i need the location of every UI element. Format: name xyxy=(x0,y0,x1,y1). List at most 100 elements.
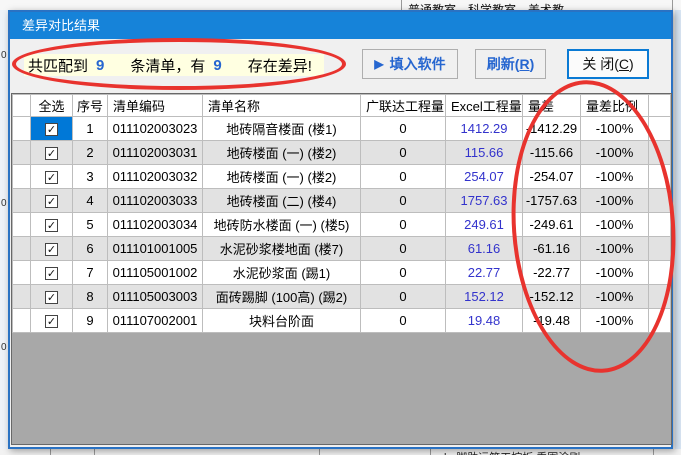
row-diff-ratio: -100% xyxy=(581,261,649,285)
row-glodon-qty: 0 xyxy=(361,237,446,261)
play-triangle-icon: ▶ xyxy=(374,57,383,71)
row-checkbox[interactable]: ✓ xyxy=(45,219,58,232)
row-checkbox[interactable]: ✓ xyxy=(45,123,58,136)
header-excel-qty: Excel工程量 xyxy=(446,95,523,117)
row-code: 011107002001 xyxy=(108,309,203,333)
row-diff: -1412.29 xyxy=(523,117,581,141)
row-index: 7 xyxy=(73,261,108,285)
row-excel-qty: 19.48 xyxy=(446,309,523,333)
row-diff-ratio: -100% xyxy=(581,165,649,189)
row-checkbox[interactable]: ✓ xyxy=(45,195,58,208)
dialog-title: 差异对比结果 xyxy=(22,18,100,33)
header-select-all[interactable]: 全选 xyxy=(31,95,73,117)
row-checkbox[interactable]: ✓ xyxy=(45,267,58,280)
row-checkbox[interactable]: ✓ xyxy=(45,315,58,328)
row-index: 5 xyxy=(73,213,108,237)
row-excel-qty: 249.61 xyxy=(446,213,523,237)
row-checkbox[interactable]: ✓ xyxy=(45,291,58,304)
row-glodon-qty: 0 xyxy=(361,309,446,333)
header-row: 全选 序号 清单编码 清单名称 广联达工程量 Excel工程量 量差 量差比例 xyxy=(13,95,671,117)
row-name: 地砖楼面 (二) (楼4) xyxy=(203,189,361,213)
row-diff: -249.61 xyxy=(523,213,581,237)
row-glodon-qty: 0 xyxy=(361,213,446,237)
row-index: 2 xyxy=(73,141,108,165)
row-indicator xyxy=(13,285,31,309)
header-diff: 量差 xyxy=(523,95,581,117)
fill-into-software-button[interactable]: ▶ 填入软件 xyxy=(362,49,458,79)
row-checkbox[interactable]: ✓ xyxy=(45,147,58,160)
background-table-cell: 普通教室、科学教室、美术教 xyxy=(401,0,673,10)
row-code: 011102003032 xyxy=(108,165,203,189)
row-excel-qty: 254.07 xyxy=(446,165,523,189)
row-code: 011105001002 xyxy=(108,261,203,285)
header-glodon-qty: 广联达工程量 xyxy=(361,95,446,117)
row-diff: -61.16 xyxy=(523,237,581,261)
row-filler xyxy=(649,213,671,237)
row-checkbox-cell[interactable]: ✓ xyxy=(31,237,73,261)
row-checkbox-cell[interactable]: ✓ xyxy=(31,285,73,309)
row-name: 块料台阶面 xyxy=(203,309,361,333)
row-indicator xyxy=(13,237,31,261)
fill-button-label: 填入软件 xyxy=(390,54,446,74)
row-filler xyxy=(649,237,671,261)
row-name: 地砖隔音楼面 (楼1) xyxy=(203,117,361,141)
row-indicator xyxy=(13,141,31,165)
refresh-mnemonic: R xyxy=(519,56,529,72)
background-clipped-number: 0 xyxy=(1,50,7,61)
dialog-titlebar[interactable]: 差异对比结果 xyxy=(10,12,671,39)
background-window-left-strip: 0 0 0 xyxy=(0,10,8,449)
header-code: 清单编码 xyxy=(108,95,203,117)
header-name: 清单名称 xyxy=(203,95,361,117)
row-checkbox-cell[interactable]: ✓ xyxy=(31,117,73,141)
row-diff: -152.12 xyxy=(523,285,581,309)
row-code: 011102003034 xyxy=(108,213,203,237)
row-code: 011105003003 xyxy=(108,285,203,309)
row-checkbox-cell[interactable]: ✓ xyxy=(31,213,73,237)
background-clipped-text-bottom: b. 脚助远筑工棕板 垂围涂刷 xyxy=(444,449,580,455)
row-checkbox-cell[interactable]: ✓ xyxy=(31,189,73,213)
summary-prefix: 共匹配到 xyxy=(28,55,88,76)
row-checkbox-cell[interactable]: ✓ xyxy=(31,309,73,333)
row-glodon-qty: 0 xyxy=(361,261,446,285)
row-filler xyxy=(649,165,671,189)
row-excel-qty: 22.77 xyxy=(446,261,523,285)
row-checkbox[interactable]: ✓ xyxy=(45,243,58,256)
close-button[interactable]: 关 闭(C) xyxy=(567,49,649,79)
background-window-bottom-strip: b. 脚助远筑工棕板 垂围涂刷 xyxy=(0,449,681,455)
row-checkbox[interactable]: ✓ xyxy=(45,171,58,184)
table-body: ✓1011102003023地砖隔音楼面 (楼1)01412.29-1412.2… xyxy=(13,117,671,333)
summary-middle: 条清单，有 xyxy=(130,55,205,76)
row-code: 011102003023 xyxy=(108,117,203,141)
row-filler xyxy=(649,261,671,285)
close-mnemonic: C xyxy=(619,56,629,72)
row-filler xyxy=(649,285,671,309)
row-diff: -19.48 xyxy=(523,309,581,333)
row-checkbox-cell[interactable]: ✓ xyxy=(31,165,73,189)
row-diff-ratio: -100% xyxy=(581,189,649,213)
row-glodon-qty: 0 xyxy=(361,165,446,189)
background-clipped-text-top: 普通教室、科学教室、美术教 xyxy=(408,1,564,10)
row-diff-ratio: -100% xyxy=(581,309,649,333)
row-filler xyxy=(649,117,671,141)
row-checkbox-cell[interactable]: ✓ xyxy=(31,141,73,165)
row-code: 011101001005 xyxy=(108,237,203,261)
diff-count: 9 xyxy=(213,57,221,74)
row-diff-ratio: -100% xyxy=(581,213,649,237)
close-label: 关 闭( xyxy=(582,54,619,74)
row-name: 水泥砂浆楼地面 (楼7) xyxy=(203,237,361,261)
row-excel-qty: 115.66 xyxy=(446,141,523,165)
refresh-label: 刷新( xyxy=(487,54,520,74)
row-excel-qty: 152.12 xyxy=(446,285,523,309)
row-checkbox-cell[interactable]: ✓ xyxy=(31,261,73,285)
results-grid: 全选 序号 清单编码 清单名称 广联达工程量 Excel工程量 量差 量差比例 … xyxy=(11,93,672,445)
header-index: 序号 xyxy=(73,95,108,117)
row-diff: -1757.63 xyxy=(523,189,581,213)
table-row: ✓5011102003034地砖防水楼面 (一) (楼5)0249.61-249… xyxy=(13,213,671,237)
row-excel-qty: 61.16 xyxy=(446,237,523,261)
row-code: 011102003033 xyxy=(108,189,203,213)
row-filler xyxy=(649,141,671,165)
table-row: ✓1011102003023地砖隔音楼面 (楼1)01412.29-1412.2… xyxy=(13,117,671,141)
table-row: ✓8011105003003面砖踢脚 (100高) (踢2)0152.12-15… xyxy=(13,285,671,309)
refresh-button[interactable]: 刷新(R) xyxy=(475,49,546,79)
table-row: ✓3011102003032地砖楼面 (一) (楼2)0254.07-254.0… xyxy=(13,165,671,189)
